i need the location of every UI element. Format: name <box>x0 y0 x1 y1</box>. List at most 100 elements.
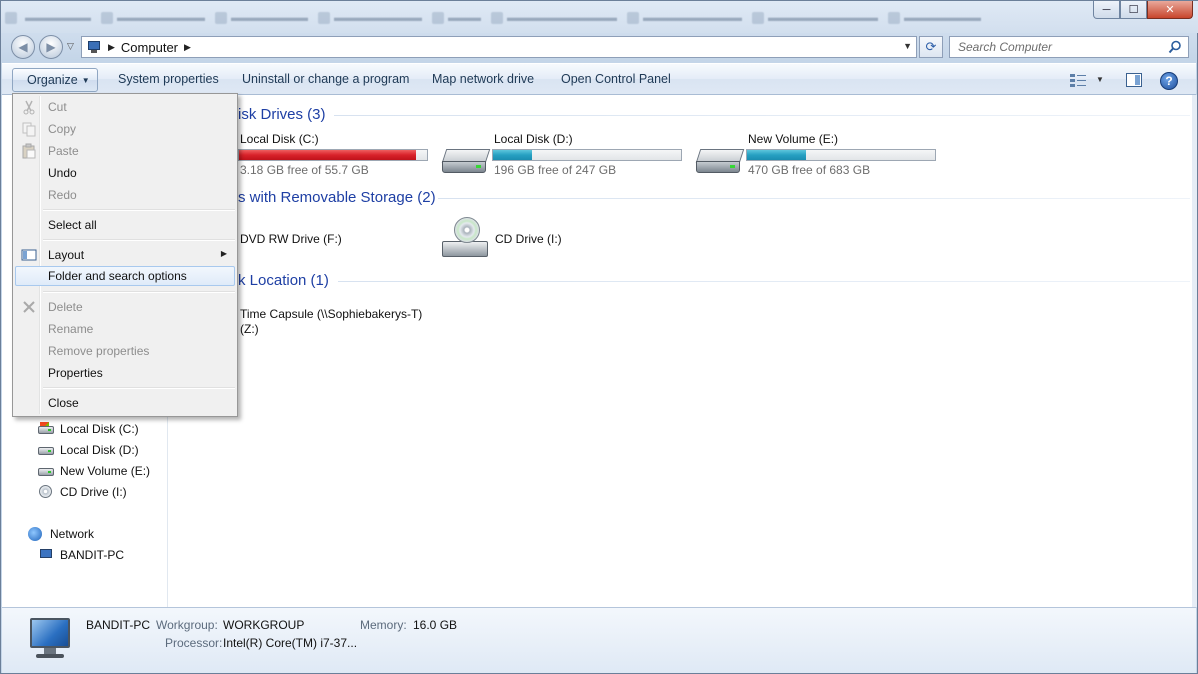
processor-label: Processor: <box>165 636 223 650</box>
command-bar: Organize ▼ System properties Uninstall or… <box>2 63 1196 95</box>
section-divider <box>438 198 1190 199</box>
computer-name: BANDIT-PC <box>86 618 151 632</box>
drive-c-free-space: 3.18 GB free of 55.7 GB <box>240 163 369 177</box>
dvd-drive-name: DVD RW Drive (F:) <box>240 232 342 246</box>
copy-icon <box>22 122 36 137</box>
drive-c-usage-bar <box>238 149 428 161</box>
computer-icon <box>38 548 54 562</box>
map-network-drive-button[interactable]: Map network drive <box>432 72 534 86</box>
nav-item-local-disk-d[interactable]: Local Disk (D:) <box>38 443 139 457</box>
computer-icon <box>26 618 74 662</box>
breadcrumb-chevron-icon[interactable]: ▶ <box>184 42 191 53</box>
section-removable-storage[interactable]: s with Removable Storage (2) <box>238 189 436 206</box>
menu-item-remove-properties[interactable]: Remove properties <box>15 341 235 361</box>
nav-item-bandit-pc[interactable]: BANDIT-PC <box>38 548 124 562</box>
drive-d-free-space: 196 GB free of 247 GB <box>494 163 617 177</box>
nav-item-network[interactable]: Network <box>28 527 94 541</box>
background-taskbar-tabs: ▬▬▬▬▬▬ ▬▬▬▬▬▬▬▬ ▬▬▬▬▬▬▬ ▬▬▬▬▬▬▬▬ ▬▬▬ ▬▬▬… <box>5 9 981 27</box>
memory-value: 16.0 GB <box>413 618 458 632</box>
drive-d-usage-bar <box>492 149 682 161</box>
menu-item-delete[interactable]: Delete <box>15 297 235 317</box>
section-hard-disk-drives[interactable]: isk Drives (3) <box>238 106 326 123</box>
drive-e-usage-bar <box>746 149 936 161</box>
uninstall-program-button[interactable]: Uninstall or change a program <box>242 72 409 86</box>
drive-e-name: New Volume (E:) <box>748 132 839 146</box>
refresh-icon: ⟳ <box>925 39 937 54</box>
hard-drive-icon <box>38 464 54 478</box>
title-bar: ▬▬▬▬▬▬ ▬▬▬▬▬▬▬▬ ▬▬▬▬▬▬▬ ▬▬▬▬▬▬▬▬ ▬▬▬ ▬▬▬… <box>1 1 1198 33</box>
open-control-panel-button[interactable]: Open Control Panel <box>561 72 671 86</box>
section-network-location[interactable]: k Location (1) <box>238 272 329 289</box>
drive-d-name: Local Disk (D:) <box>494 132 573 146</box>
menu-item-paste[interactable]: Paste <box>15 141 235 161</box>
refresh-button[interactable]: ⟳ <box>919 36 943 58</box>
nav-item-cd-drive-i[interactable]: CD Drive (I:) <box>38 485 127 499</box>
address-history-dropdown[interactable]: ▼ <box>903 41 912 51</box>
submenu-arrow-icon: ▶ <box>220 249 227 258</box>
network-location-name: Time Capsule (\\Sophiebakerys-T) <box>240 307 423 321</box>
chevron-down-icon: ▼ <box>81 76 90 85</box>
hard-drive-icon <box>695 143 745 177</box>
menu-item-close[interactable]: Close <box>15 393 235 413</box>
section-divider <box>338 281 1190 282</box>
address-row: ◀ ▶ ▽ ▶ Computer ▶ ▼ ⟳ <box>1 33 1198 61</box>
menu-item-cut[interactable]: Cut <box>15 97 235 117</box>
nav-item-new-volume-e[interactable]: New Volume (E:) <box>38 464 150 478</box>
menu-item-redo[interactable]: Redo <box>15 185 235 205</box>
nav-item-local-disk-c[interactable]: Local Disk (C:) <box>38 422 139 436</box>
layout-icon <box>21 249 37 261</box>
paste-icon <box>22 143 36 159</box>
menu-item-select-all[interactable]: Select all <box>15 215 235 235</box>
help-icon[interactable]: ? <box>1160 72 1178 90</box>
scissors-icon <box>23 100 35 115</box>
menu-item-folder-and-search-options[interactable]: Folder and search options <box>15 266 235 286</box>
details-pane: BANDIT-PC Workgroup: WORKGROUP Memory: 1… <box>2 607 1196 673</box>
search-input[interactable] <box>958 40 1158 54</box>
cd-drive-icon <box>442 217 490 261</box>
drive-d-usage-fill <box>493 150 532 160</box>
explorer-window: ▬▬▬▬▬▬ ▬▬▬▬▬▬▬▬ ▬▬▬▬▬▬▬ ▬▬▬▬▬▬▬▬ ▬▬▬ ▬▬▬… <box>0 0 1198 674</box>
menu-item-properties[interactable]: Properties <box>15 363 235 383</box>
computer-icon <box>86 40 102 54</box>
hard-drive-icon <box>38 443 54 457</box>
network-icon <box>28 527 44 541</box>
close-window-button[interactable]: ✕ <box>1147 1 1193 19</box>
system-drive-icon <box>38 422 54 436</box>
menu-separator <box>43 239 235 241</box>
network-location-drive-letter: (Z:) <box>240 322 259 336</box>
forward-arrow-icon: ▶ <box>46 40 56 54</box>
hard-drive-icon <box>441 143 491 177</box>
drive-c-name: Local Disk (C:) <box>240 132 319 146</box>
menu-item-rename[interactable]: Rename <box>15 319 235 339</box>
search-icon[interactable] <box>1168 40 1182 54</box>
search-box[interactable] <box>949 36 1189 58</box>
breadcrumb-separator-icon[interactable]: ▶ <box>108 42 115 53</box>
change-view-icon[interactable] <box>1070 73 1086 87</box>
breadcrumb-computer[interactable]: Computer <box>121 40 178 55</box>
memory-label: Memory: <box>360 618 407 632</box>
view-options-dropdown-icon[interactable]: ▼ <box>1096 75 1104 84</box>
preview-pane-icon[interactable] <box>1126 73 1142 87</box>
delete-x-icon <box>23 301 35 313</box>
forward-button[interactable]: ▶ <box>39 35 63 59</box>
menu-item-layout[interactable]: Layout ▶ <box>15 245 235 265</box>
minimize-button[interactable]: ─ <box>1093 1 1120 19</box>
organize-button[interactable]: Organize ▼ <box>12 68 98 92</box>
menu-item-copy[interactable]: Copy <box>15 119 235 139</box>
vertical-scrollbar[interactable] <box>1192 95 1197 607</box>
back-button[interactable]: ◀ <box>11 35 35 59</box>
address-bar[interactable]: ▶ Computer ▶ ▼ <box>81 36 917 58</box>
menu-item-undo[interactable]: Undo <box>15 163 235 183</box>
organize-label: Organize <box>27 73 78 87</box>
system-properties-button[interactable]: System properties <box>118 72 219 86</box>
menu-separator <box>43 291 235 293</box>
maximize-button[interactable]: ☐ <box>1120 1 1147 19</box>
processor-value: Intel(R) Core(TM) i7-37... <box>223 636 358 650</box>
cd-drive-icon <box>38 485 54 499</box>
menu-separator <box>43 387 235 389</box>
drive-e-free-space: 470 GB free of 683 GB <box>748 163 871 177</box>
menu-separator <box>43 209 235 211</box>
organize-menu: Cut Copy Paste Undo Redo Select all Layo… <box>12 93 238 417</box>
recent-pages-dropdown[interactable]: ▽ <box>67 41 74 52</box>
cd-drive-name: CD Drive (I:) <box>495 232 562 246</box>
